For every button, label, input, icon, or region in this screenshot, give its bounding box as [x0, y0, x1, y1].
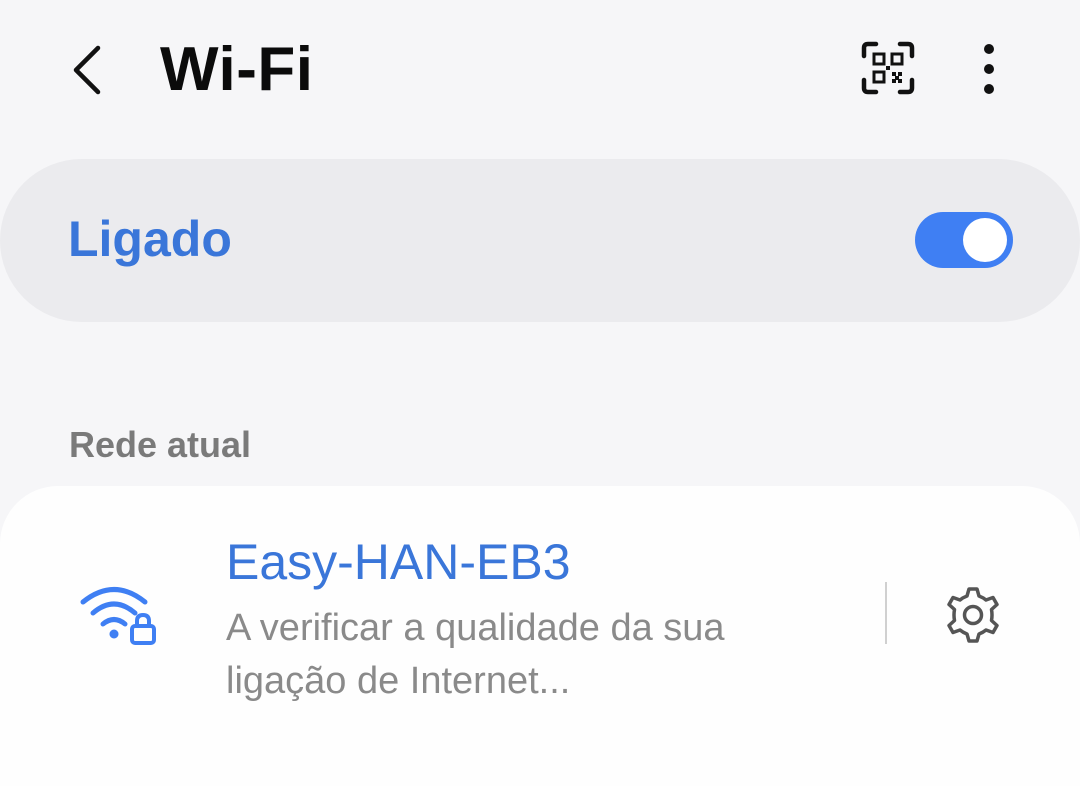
wifi-toggle-label: Ligado: [68, 211, 232, 267]
wifi-toggle-card[interactable]: Ligado: [0, 159, 1080, 322]
more-options-button[interactable]: [966, 38, 1012, 100]
current-network-section-title: Rede atual: [69, 424, 252, 465]
network-status: A verificar a qualidade da sua ligação d…: [226, 607, 725, 702]
page-title: Wi-Fi: [160, 35, 314, 104]
wifi-toggle-switch[interactable]: [915, 212, 1013, 268]
current-network-card[interactable]: Easy-HAN-EB3 A verificar a qualidade da …: [0, 486, 1080, 786]
toggle-knob: [963, 218, 1007, 262]
back-button[interactable]: [62, 38, 118, 102]
chevron-left-icon: [73, 45, 101, 95]
wifi-locked-icon: [78, 582, 160, 648]
network-settings-button[interactable]: [942, 584, 1004, 646]
gear-icon: [947, 587, 999, 643]
app-header: Wi-Fi: [0, 0, 1080, 140]
network-name: Easy-HAN-EB3: [226, 534, 571, 590]
qr-code-button[interactable]: [858, 38, 918, 98]
more-vertical-icon: [984, 44, 994, 94]
divider: [885, 582, 887, 644]
qr-code-scan-icon: [861, 41, 915, 95]
